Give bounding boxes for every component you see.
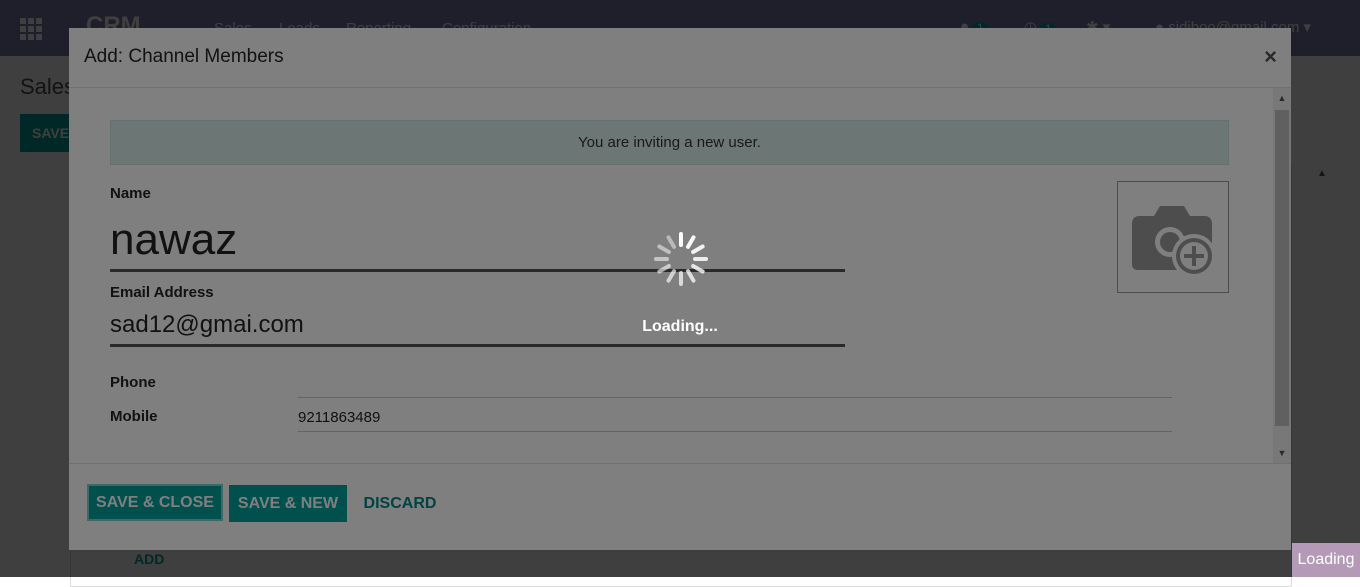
loading-text: Loading...	[642, 318, 718, 335]
loading-overlay	[0, 0, 1360, 577]
loading-badge: Loading	[1292, 543, 1360, 577]
spinner-icon	[654, 232, 708, 286]
